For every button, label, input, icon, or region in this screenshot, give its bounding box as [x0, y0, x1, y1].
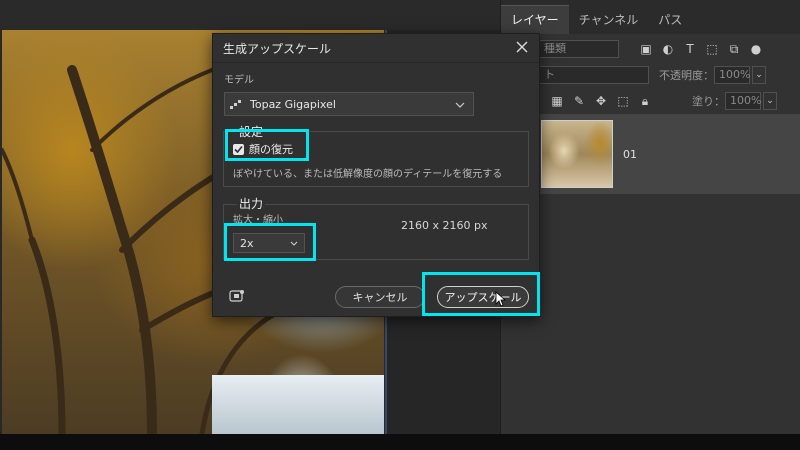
tab-paths[interactable]: パス [648, 6, 692, 34]
model-label: モデル [224, 75, 254, 86]
photo-bright-area [212, 375, 384, 434]
panel-tabs: レイヤー チャンネル パス [501, 0, 800, 34]
fill-input[interactable]: 100% [725, 92, 761, 110]
blend-mode-text: ト [544, 68, 555, 81]
kind-filter-text: 種類 [544, 42, 566, 55]
lock-row: ： ▦ ✎ ✥ ⬚ 🔒︎ 塗り： 100% ⌄ [501, 88, 800, 114]
highlight-upscale-button [422, 272, 540, 316]
title-separator [213, 62, 539, 63]
image-filter-icon[interactable]: ▣ [639, 42, 653, 56]
shape-filter-icon[interactable]: ⬚ [705, 42, 719, 56]
highlight-face-restore [225, 129, 309, 161]
fill-label: 塗り： [692, 95, 725, 108]
kind-filter-select[interactable]: 種類 [539, 40, 619, 58]
adjustment-filter-icon[interactable]: ◐ [661, 42, 675, 56]
chevron-down-icon [455, 102, 465, 108]
layer-name[interactable]: 01 [623, 148, 637, 161]
opacity-dropdown-icon[interactable]: ⌄ [752, 66, 766, 84]
lock-all-icon[interactable]: 🔒︎ [638, 94, 652, 108]
tab-channels[interactable]: チャンネル [569, 6, 649, 34]
layer-thumbnail [541, 120, 613, 188]
output-size: 2160 x 2160 px [401, 219, 488, 232]
blend-mode-select[interactable]: ト [539, 66, 649, 84]
opacity-label: 不透明度： [659, 69, 714, 82]
opacity-value: 100% [719, 68, 751, 81]
credentials-icon [229, 290, 244, 302]
bottom-bar [0, 434, 800, 450]
opacity-input[interactable]: 100% [714, 66, 750, 84]
lock-transparency-icon[interactable]: ▦ [550, 94, 564, 108]
dialog-title: 生成アップスケール [223, 42, 332, 56]
model-icon [230, 100, 241, 109]
lock-paint-icon[interactable]: ✎ [572, 94, 586, 108]
close-button[interactable] [513, 38, 531, 56]
fill-value: 100% [730, 94, 762, 107]
face-restore-description: ぼやけている、または低解像度の顔のディテールを復元する [233, 169, 503, 180]
lock-position-icon[interactable]: ✥ [594, 94, 608, 108]
highlight-scale-select [224, 223, 316, 261]
cancel-button[interactable]: キャンセル [335, 286, 425, 308]
adobe-content-credentials-icon[interactable] [229, 288, 245, 302]
smart-object-filter-icon[interactable]: ⧉ [727, 42, 741, 56]
layers-panel: レイヤー チャンネル パス 種類 ▣ ◐ T ⬚ ⧉ ● ト 不透明度： 100… [500, 0, 800, 434]
lock-artboard-icon[interactable]: ⬚ [616, 94, 630, 108]
model-value: Topaz Gigapixel [250, 97, 336, 111]
filter-toggle-icon[interactable]: ● [749, 42, 763, 56]
close-icon [516, 41, 528, 53]
fill-dropdown-icon[interactable]: ⌄ [763, 92, 777, 110]
model-select[interactable]: Topaz Gigapixel [224, 92, 474, 116]
filter-row: 種類 ▣ ◐ T ⬚ ⧉ ● [501, 36, 800, 62]
blend-row: ト 不透明度： 100% ⌄ [501, 62, 800, 88]
type-filter-icon[interactable]: T [683, 42, 697, 56]
layer-row[interactable]: 01 [501, 114, 800, 194]
canvas-top-strip [0, 0, 500, 30]
tab-layers[interactable]: レイヤー [501, 5, 569, 34]
output-title: 出力 [237, 195, 266, 212]
